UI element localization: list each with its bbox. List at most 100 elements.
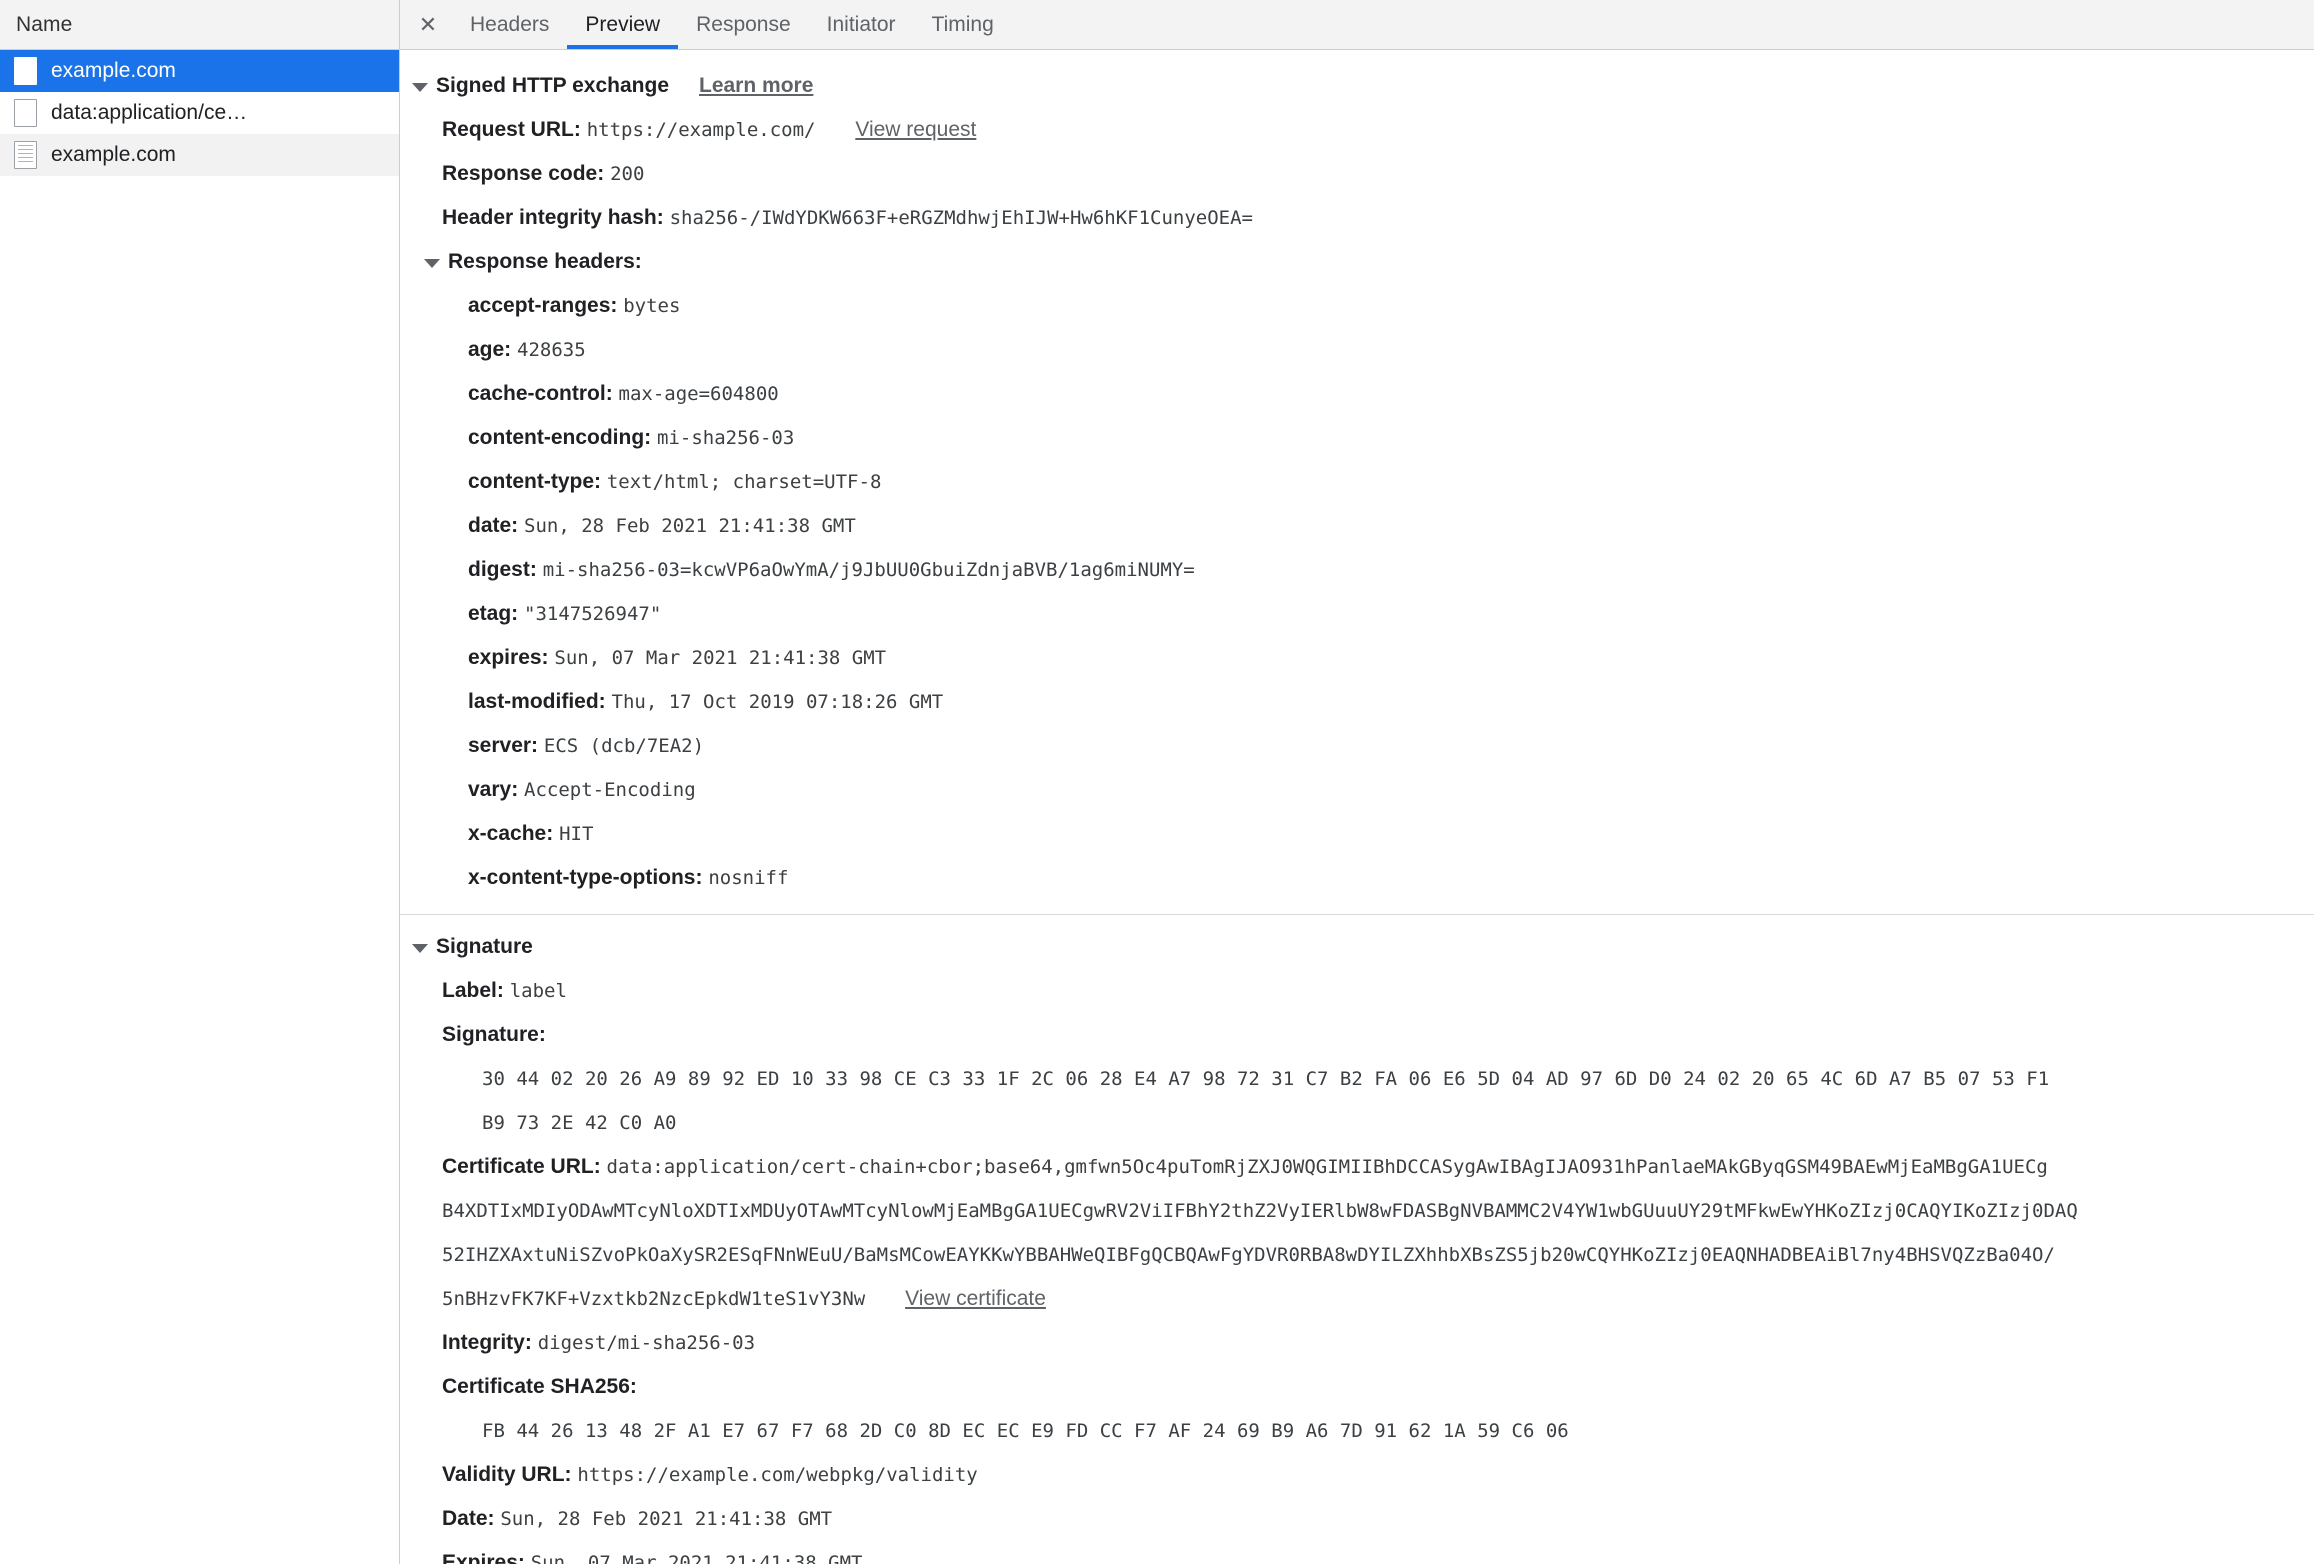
signature-label-row: Label: label [400,969,2314,1013]
tab-headers[interactable]: Headers [452,0,567,49]
list-item-label: example.com [51,59,176,82]
signature-bytes-line: B9 73 2E 42 C0 A0 [482,1112,677,1134]
tab-timing[interactable]: Timing [914,0,1012,49]
signature-bytes-label-row: Signature: [400,1013,2314,1057]
header-row: cache-control: max-age=604800 [400,372,2314,416]
header-value: Accept-Encoding [524,779,696,801]
tab-response[interactable]: Response [678,0,809,49]
header-name: expires: [468,646,549,669]
expires-label: Expires: [442,1551,525,1564]
validity-url-label: Validity URL: [442,1463,572,1486]
list-item-label: example.com [51,143,176,166]
header-row: expires: Sun, 07 Mar 2021 21:41:38 GMT [400,636,2314,680]
header-row: x-content-type-options: nosniff [400,856,2314,900]
header-value: 428635 [517,339,586,361]
validity-url-row: Validity URL: https://example.com/webpkg… [400,1453,2314,1497]
validity-url-value: https://example.com/webpkg/validity [577,1464,978,1486]
header-name: x-content-type-options: [468,866,703,889]
cert-sha256-label-row: Certificate SHA256: [400,1365,2314,1409]
header-row: age: 428635 [400,328,2314,372]
header-row: vary: Accept-Encoding [400,768,2314,812]
list-item[interactable]: example.com [0,134,399,176]
header-name: x-cache: [468,822,554,845]
view-request-link[interactable]: View request [855,118,976,141]
date-value: Sun, 28 Feb 2021 21:41:38 GMT [500,1508,833,1530]
response-headers-title: Response headers: [448,250,642,273]
list-item[interactable]: example.com [0,50,399,92]
header-row: x-cache: HIT [400,812,2314,856]
header-integrity-row: Header integrity hash: sha256-/IWdYDKW66… [400,196,2314,240]
certificate-url-line: 52IHZXAxtuNiSZvoPkOaXySR2ESqFNnWEuU/BaMs… [442,1244,2055,1266]
section-title: Signature [436,935,533,958]
header-name: age: [468,338,512,361]
header-value: text/html; charset=UTF-8 [606,471,882,493]
header-row: last-modified: Thu, 17 Oct 2019 07:18:26… [400,680,2314,724]
certificate-url-line: 5nBHzvFK7KF+Vzxtkb2NzcEpkdW1teS1vY3Nw [442,1288,866,1310]
sxg-preview-body: Signed HTTP exchange Learn more Request … [400,50,2314,1564]
request-url-label: Request URL: [442,118,581,141]
integrity-row: Integrity: digest/mi-sha256-03 [400,1321,2314,1365]
document-icon [14,57,37,85]
devtools-network-panel: Name example.com data:application/ce… ex… [0,0,2314,1564]
network-list-header: Name [0,0,399,50]
header-name: content-encoding: [468,426,652,449]
response-code-row: Response code: 200 [400,152,2314,196]
header-value: "3147526947" [524,603,662,625]
request-detail-panel: ✕ Headers Preview Response Initiator Tim… [400,0,2314,1564]
signed-http-exchange-section-header: Signed HTTP exchange Learn more [400,64,2314,108]
integrity-label: Integrity: [442,1331,532,1354]
header-name: date: [468,514,519,537]
header-name: digest: [468,558,537,581]
request-url-row: Request URL: https://example.com/ View r… [400,108,2314,152]
response-headers-section-header: Response headers: [400,240,2314,284]
signature-bytes-line: 30 44 02 20 26 A9 89 92 ED 10 33 98 CE C… [482,1068,2050,1090]
header-name: etag: [468,602,519,625]
label-label: Label: [442,979,504,1002]
network-request-list: Name example.com data:application/ce… ex… [0,0,400,1564]
chevron-down-icon[interactable] [412,82,428,92]
header-row: digest: mi-sha256-03=kcwVP6aOwYmA/j9JbUU… [400,548,2314,592]
header-value: Sun, 28 Feb 2021 21:41:38 GMT [524,515,856,537]
tab-initiator[interactable]: Initiator [809,0,914,49]
close-icon[interactable]: ✕ [404,0,452,49]
certificate-url-line: B4XDTIxMDIyODAwMTcyNloXDTIxMDUyOTAwMTcyN… [442,1200,2078,1222]
expires-value: Sun, 07 Mar 2021 21:41:38 GMT [530,1552,863,1564]
certificate-url-row: Certificate URL: data:application/cert-c… [400,1145,2314,1189]
header-value: Thu, 17 Oct 2019 07:18:26 GMT [611,691,944,713]
header-name: content-type: [468,470,601,493]
chevron-down-icon[interactable] [424,258,440,268]
date-label: Date: [442,1507,495,1530]
section-title: Signed HTTP exchange [436,74,669,97]
header-value: Sun, 07 Mar 2021 21:41:38 GMT [554,647,887,669]
header-value: bytes [623,295,681,317]
header-name: vary: [468,778,519,801]
response-code-label: Response code: [442,162,605,185]
header-row: server: ECS (dcb/7EA2) [400,724,2314,768]
signature-expires-row: Expires: Sun, 07 Mar 2021 21:41:38 GMT [400,1541,2314,1564]
header-value: mi-sha256-03=kcwVP6aOwYmA/j9JbUU0GbuiZdn… [542,559,1195,581]
tab-preview[interactable]: Preview [567,0,678,49]
document-lines-icon [14,141,37,169]
label-value: label [509,980,567,1002]
request-url-value: https://example.com/ [586,119,816,141]
list-item[interactable]: data:application/ce… [0,92,399,134]
header-integrity-label: Header integrity hash: [442,206,664,229]
header-value: ECS (dcb/7EA2) [543,735,705,757]
header-value: mi-sha256-03 [657,427,795,449]
header-row: content-type: text/html; charset=UTF-8 [400,460,2314,504]
header-row: accept-ranges: bytes [400,284,2314,328]
header-value: HIT [559,823,594,845]
header-name: server: [468,734,539,757]
signature-label: Signature: [442,1023,546,1046]
response-code-value: 200 [610,163,645,185]
learn-more-link[interactable]: Learn more [699,64,813,108]
view-certificate-link[interactable]: View certificate [905,1287,1046,1310]
certificate-url-last-line-row: 5nBHzvFK7KF+Vzxtkb2NzcEpkdW1teS1vY3Nw Vi… [400,1277,2314,1321]
list-item-label: data:application/ce… [51,101,248,124]
chevron-down-icon[interactable] [412,943,428,953]
header-value: max-age=604800 [618,383,779,405]
section-divider [400,914,2314,915]
header-integrity-value: sha256-/IWdYDKW663F+eRGZMdhwjEhIJW+Hw6hK… [669,207,1253,229]
document-icon [14,99,37,127]
header-row: date: Sun, 28 Feb 2021 21:41:38 GMT [400,504,2314,548]
